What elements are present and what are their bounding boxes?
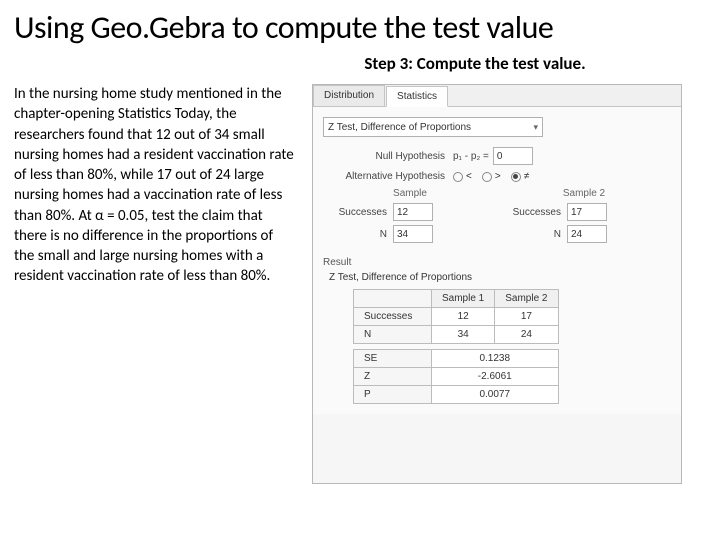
alt-gt-label: >: [495, 171, 501, 182]
null-hypothesis-expr: p₁ - p₂ =: [453, 151, 493, 162]
table-row: N 34 24: [354, 326, 559, 344]
tab-bar: Distribution Statistics: [313, 85, 681, 107]
table-row: Successes 12 17: [354, 308, 559, 326]
problem-paragraph: In the nursing home study mentioned in t…: [14, 84, 294, 484]
result-heading: Result: [323, 257, 671, 268]
null-hypothesis-label: Null Hypothesis: [323, 151, 453, 162]
col-sample1: Sample 1: [432, 290, 495, 308]
page-title: Using Geo.Gebra to compute the test valu…: [14, 8, 706, 47]
test-type-dropdown[interactable]: Z Test, Difference of Proportions ▾: [323, 117, 543, 137]
radio-icon: [511, 172, 521, 182]
table-row: P 0.0077: [354, 386, 559, 404]
alt-gt-radio[interactable]: >: [482, 171, 501, 182]
n-label: N: [323, 229, 393, 240]
step-subtitle: Step 3: Compute the test value.: [244, 53, 706, 74]
sample1-successes-input[interactable]: 12: [393, 203, 433, 221]
radio-icon: [453, 172, 463, 182]
successes-label: Successes: [497, 207, 567, 218]
n-label: N: [497, 229, 567, 240]
null-value-input[interactable]: 0: [493, 147, 533, 165]
alt-ne-label: ≠: [524, 171, 530, 182]
table-row: Z -2.6061: [354, 368, 559, 386]
chevron-down-icon: ▾: [533, 122, 538, 133]
alt-hypothesis-label: Alternative Hypothesis: [323, 171, 453, 182]
dropdown-label: Z Test, Difference of Proportions: [328, 122, 471, 133]
geogebra-panel: Distribution Statistics Z Test, Differen…: [312, 84, 682, 484]
sample2-successes-input[interactable]: 17: [567, 203, 607, 221]
alt-ne-radio[interactable]: ≠: [511, 171, 530, 182]
alt-lt-label: <: [466, 171, 472, 182]
col-sample2: Sample 2: [495, 290, 558, 308]
tab-statistics[interactable]: Statistics: [386, 86, 448, 107]
successes-label: Successes: [323, 207, 393, 218]
sample1-header: Sample: [323, 188, 497, 199]
sample2-n-input[interactable]: 24: [567, 225, 607, 243]
result-subheading: Z Test, Difference of Proportions: [329, 272, 671, 283]
sample2-header: Sample 2: [497, 188, 671, 199]
tab-distribution[interactable]: Distribution: [313, 85, 385, 106]
sample1-n-input[interactable]: 34: [393, 225, 433, 243]
table-row: SE 0.1238: [354, 350, 559, 368]
radio-icon: [482, 172, 492, 182]
alt-lt-radio[interactable]: <: [453, 171, 472, 182]
result-table: Sample 1 Sample 2 Successes 12 17 N 34 2…: [353, 289, 559, 404]
